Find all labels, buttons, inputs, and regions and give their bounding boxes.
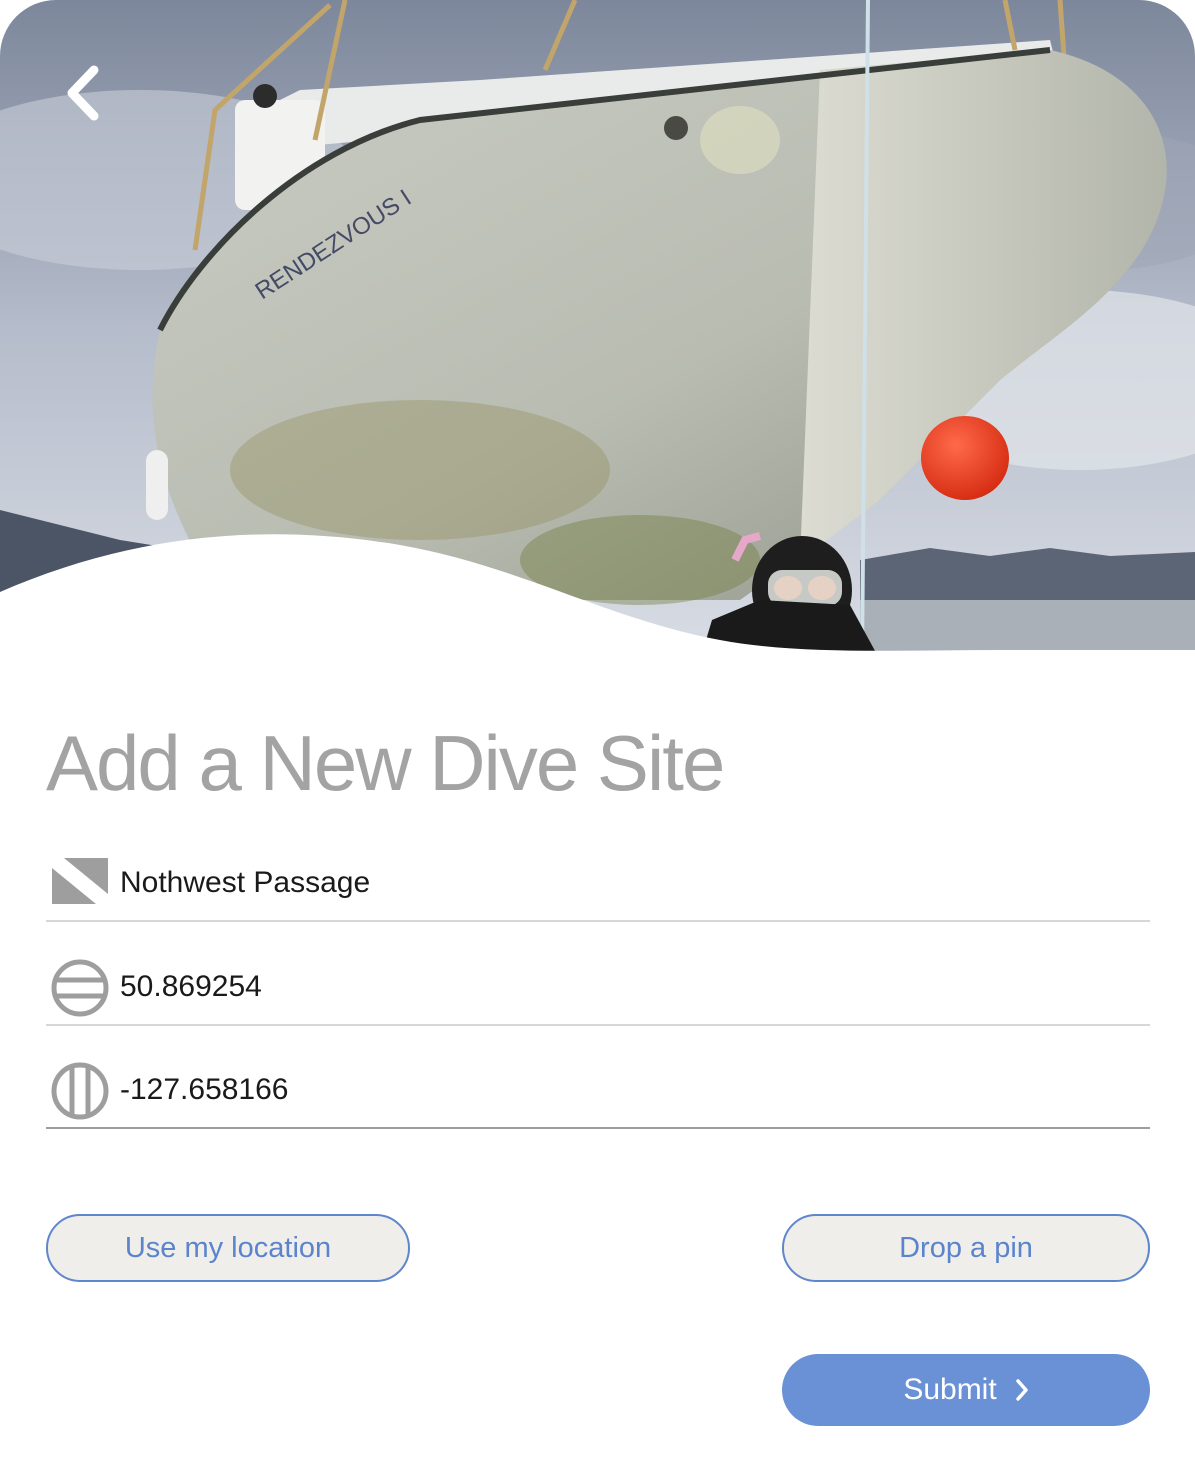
chevron-right-icon [1015,1379,1028,1401]
longitude-field [46,1027,1150,1129]
submit-label: Submit [903,1373,997,1406]
drop-a-pin-button[interactable]: Drop a pin [782,1214,1150,1282]
add-dive-site-card: RENDEZVOUS I Add a New Dive Site Nothwes… [0,0,1195,1471]
dive-flag-icon [52,858,108,904]
use-my-location-button[interactable]: Use my location [46,1214,410,1282]
latitude-globe-icon [51,959,109,1017]
submit-button[interactable]: Submit [782,1354,1150,1426]
longitude-globe-icon [51,1062,109,1120]
page-title: Add a New Dive Site [46,719,725,807]
hero-photo: RENDEZVOUS I [0,0,1195,660]
site-name-input[interactable] [120,858,1120,908]
latitude-input[interactable] [120,962,1120,1012]
latitude-field [46,924,1150,1026]
back-button[interactable] [52,58,116,128]
longitude-input[interactable] [120,1065,1120,1115]
site-name-field [46,820,1150,922]
chevron-left-icon [67,65,99,121]
